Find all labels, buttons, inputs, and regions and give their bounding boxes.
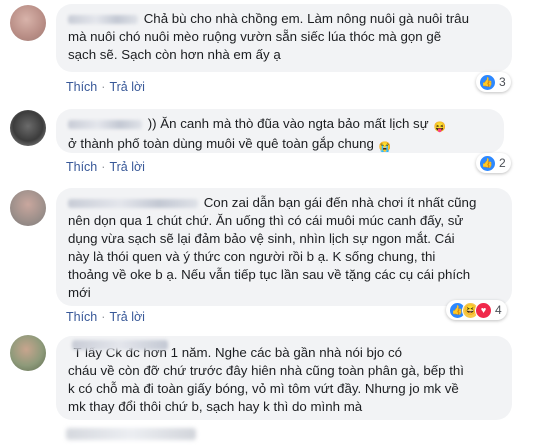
like-link[interactable]: Thích [66,80,97,94]
comment-text-line3: sạch sẽ. Sạch còn hơn nhà em ấy ạ [68,47,281,62]
comment-text-line3: dụng vừa sạch sẽ lại đảm bảo vệ sinh, nh… [68,231,455,246]
author-name[interactable] [72,340,168,350]
comment-text-line4: mk thay đổi thôi chứ b, sạch hay k thì d… [68,399,363,414]
comment-text-line2: ở thành phố toàn dùng muôi về quê toàn g… [68,136,374,151]
like-icon: 👍 [479,73,496,91]
reaction-count: 2 [499,156,506,170]
avatar[interactable] [10,110,46,146]
like-link[interactable]: Thích [66,160,97,174]
reaction-summary[interactable]: 👍 2 [476,153,511,173]
crying-emoji-icon: 😭 [378,142,392,153]
comment-text-line2: nên dọn qua 1 chút chứ. Ăn uống thì có c… [68,213,464,228]
comment-text-line4: này là thói quen và ý thức con người rồi… [68,249,436,264]
comment-text-line2: cháu về còn đỡ chứ trước đây hiên nhà cũ… [68,363,464,378]
reaction-count: 3 [499,75,506,89]
author-name[interactable] [68,119,142,129]
like-icon: 👍 [479,154,496,172]
reply-link[interactable]: Trả lời [109,310,145,324]
avatar[interactable] [10,335,46,371]
separator: · [101,310,106,324]
author-name[interactable] [68,198,198,208]
comment-bubble: Con zai dẫn bạn gái đến nhà chơi ít nhất… [56,188,512,306]
comment-actions: Thích · Trả lời [66,310,145,324]
comment-actions: Thích · Trả lời [66,160,145,174]
comment-text-line1: Chả bù cho nhà chồng em. Làm nông nuôi g… [143,11,469,26]
reply-link[interactable]: Trả lời [109,160,145,174]
reaction-count: 4 [495,303,502,317]
comment-actions: Thích · Trả lời [66,80,145,94]
separator: · [101,160,106,174]
author-name[interactable] [68,14,138,24]
comment-text-line5: thoảng về oke b ạ. Nếu vẫn tiếp tục lần … [68,267,471,282]
reaction-summary[interactable]: 👍 3 [476,72,511,92]
comment-text-line2: mà nuôi chó nuôi mèo ruộng vườn sẵn siếc… [68,29,442,44]
comment-bubble: )) Ăn canh mà thò đũa vào ngta bảo mất l… [56,109,504,153]
reaction-summary[interactable]: 👍 😆 ♥ 4 [446,300,507,320]
comment-text-line1: )) Ăn canh mà thò đũa vào ngta bảo mất l… [147,116,429,131]
comment-text-line3: k có chỗ mà đi toàn giấy bóng, vỏ mì tôm… [68,381,459,396]
comment-text-line6: mới [68,285,91,300]
reply-link[interactable]: Trả lời [109,80,145,94]
love-icon: ♥ [475,301,492,319]
comment-bubble: Chả bù cho nhà chồng em. Làm nông nuôi g… [56,4,512,72]
avatar[interactable] [10,5,46,41]
avatar[interactable] [10,190,46,226]
separator: · [101,80,106,94]
comment-text-line1: Con zai dẫn bạn gái đến nhà chơi ít nhất… [203,195,477,210]
truncated-actions [66,428,196,440]
tongue-emoji-icon: 😝 [433,122,447,133]
like-link[interactable]: Thích [66,310,97,324]
